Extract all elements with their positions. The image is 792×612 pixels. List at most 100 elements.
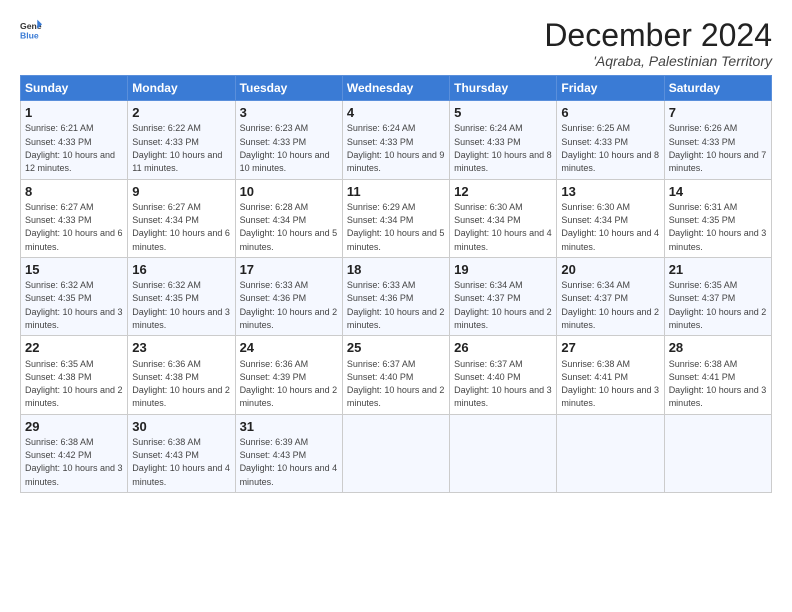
header-row-days: Sunday Monday Tuesday Wednesday Thursday… (21, 76, 772, 101)
calendar-cell: 18Sunrise: 6:33 AMSunset: 4:36 PMDayligh… (342, 257, 449, 335)
day-number: 17 (240, 261, 338, 279)
calendar-table: Sunday Monday Tuesday Wednesday Thursday… (20, 75, 772, 493)
calendar-cell: 5Sunrise: 6:24 AMSunset: 4:33 PMDaylight… (450, 101, 557, 179)
day-info: Sunrise: 6:27 AMSunset: 4:34 PMDaylight:… (132, 202, 230, 252)
header-tuesday: Tuesday (235, 76, 342, 101)
calendar-cell: 4Sunrise: 6:24 AMSunset: 4:33 PMDaylight… (342, 101, 449, 179)
day-number: 25 (347, 339, 445, 357)
day-info: Sunrise: 6:22 AMSunset: 4:33 PMDaylight:… (132, 123, 222, 173)
day-info: Sunrise: 6:37 AMSunset: 4:40 PMDaylight:… (347, 359, 445, 409)
day-info: Sunrise: 6:29 AMSunset: 4:34 PMDaylight:… (347, 202, 445, 252)
day-number: 16 (132, 261, 230, 279)
calendar-cell: 23 Sunrise: 6:36 AMSunset: 4:38 PMDayligh… (128, 336, 235, 414)
calendar-cell: 6Sunrise: 6:25 AMSunset: 4:33 PMDaylight… (557, 101, 664, 179)
day-number: 20 (561, 261, 659, 279)
calendar-week-row: 1Sunrise: 6:21 AMSunset: 4:33 PMDaylight… (21, 101, 772, 179)
day-number: 19 (454, 261, 552, 279)
day-number: 21 (669, 261, 767, 279)
header-row: General Blue December 2024 'Aqraba, Pale… (20, 18, 772, 69)
day-info: Sunrise: 6:32 AMSunset: 4:35 PMDaylight:… (132, 280, 230, 330)
day-number: 5 (454, 104, 552, 122)
logo-icon: General Blue (20, 18, 42, 40)
day-number: 12 (454, 183, 552, 201)
day-info: Sunrise: 6:23 AMSunset: 4:33 PMDaylight:… (240, 123, 330, 173)
svg-text:Blue: Blue (20, 30, 39, 40)
day-info: Sunrise: 6:24 AMSunset: 4:33 PMDaylight:… (454, 123, 552, 173)
day-info: Sunrise: 6:38 AMSunset: 4:41 PMDaylight:… (561, 359, 659, 409)
day-info: Sunrise: 6:35 AMSunset: 4:38 PMDaylight:… (25, 359, 123, 409)
day-number: 24 (240, 339, 338, 357)
day-info: Sunrise: 6:36 AMSunset: 4:38 PMDaylight:… (132, 359, 230, 409)
day-info: Sunrise: 6:27 AMSunset: 4:33 PMDaylight:… (25, 202, 123, 252)
calendar-cell: 8Sunrise: 6:27 AMSunset: 4:33 PMDaylight… (21, 179, 128, 257)
calendar-cell: 13Sunrise: 6:30 AMSunset: 4:34 PMDayligh… (557, 179, 664, 257)
logo: General Blue (20, 18, 42, 40)
day-info: Sunrise: 6:33 AMSunset: 4:36 PMDaylight:… (347, 280, 445, 330)
day-info: Sunrise: 6:26 AMSunset: 4:33 PMDaylight:… (669, 123, 767, 173)
day-info: Sunrise: 6:25 AMSunset: 4:33 PMDaylight:… (561, 123, 659, 173)
calendar-cell: 11Sunrise: 6:29 AMSunset: 4:34 PMDayligh… (342, 179, 449, 257)
header-friday: Friday (557, 76, 664, 101)
day-info: Sunrise: 6:34 AMSunset: 4:37 PMDaylight:… (561, 280, 659, 330)
header-saturday: Saturday (664, 76, 771, 101)
calendar-cell: 25 Sunrise: 6:37 AMSunset: 4:40 PMDayligh… (342, 336, 449, 414)
page: General Blue December 2024 'Aqraba, Pale… (0, 0, 792, 612)
calendar-cell: 14Sunrise: 6:31 AMSunset: 4:35 PMDayligh… (664, 179, 771, 257)
day-info: Sunrise: 6:38 AMSunset: 4:42 PMDaylight:… (25, 437, 123, 487)
calendar-cell: 1Sunrise: 6:21 AMSunset: 4:33 PMDaylight… (21, 101, 128, 179)
calendar-cell: 7Sunrise: 6:26 AMSunset: 4:33 PMDaylight… (664, 101, 771, 179)
calendar-cell: 21Sunrise: 6:35 AMSunset: 4:37 PMDayligh… (664, 257, 771, 335)
day-number: 29 (25, 418, 123, 436)
day-info: Sunrise: 6:21 AMSunset: 4:33 PMDaylight:… (25, 123, 115, 173)
day-number: 30 (132, 418, 230, 436)
day-number: 27 (561, 339, 659, 357)
calendar-cell: 16Sunrise: 6:32 AMSunset: 4:35 PMDayligh… (128, 257, 235, 335)
day-number: 2 (132, 104, 230, 122)
day-info: Sunrise: 6:33 AMSunset: 4:36 PMDaylight:… (240, 280, 338, 330)
day-number: 6 (561, 104, 659, 122)
day-number: 10 (240, 183, 338, 201)
day-number: 4 (347, 104, 445, 122)
calendar-cell: 17Sunrise: 6:33 AMSunset: 4:36 PMDayligh… (235, 257, 342, 335)
day-info: Sunrise: 6:24 AMSunset: 4:33 PMDaylight:… (347, 123, 445, 173)
calendar-cell: 19Sunrise: 6:34 AMSunset: 4:37 PMDayligh… (450, 257, 557, 335)
day-number: 15 (25, 261, 123, 279)
calendar-cell: 30Sunrise: 6:38 AMSunset: 4:43 PMDayligh… (128, 414, 235, 492)
calendar-cell: 26 Sunrise: 6:37 AMSunset: 4:40 PMDayligh… (450, 336, 557, 414)
day-number: 14 (669, 183, 767, 201)
day-number: 1 (25, 104, 123, 122)
calendar-cell: 24 Sunrise: 6:36 AMSunset: 4:39 PMDayligh… (235, 336, 342, 414)
day-info: Sunrise: 6:35 AMSunset: 4:37 PMDaylight:… (669, 280, 767, 330)
day-info: Sunrise: 6:34 AMSunset: 4:37 PMDaylight:… (454, 280, 552, 330)
calendar-cell (450, 414, 557, 492)
calendar-cell: 2Sunrise: 6:22 AMSunset: 4:33 PMDaylight… (128, 101, 235, 179)
day-info: Sunrise: 6:28 AMSunset: 4:34 PMDaylight:… (240, 202, 338, 252)
day-number: 13 (561, 183, 659, 201)
day-number: 26 (454, 339, 552, 357)
subtitle: 'Aqraba, Palestinian Territory (544, 53, 772, 69)
day-info: Sunrise: 6:39 AMSunset: 4:43 PMDaylight:… (240, 437, 338, 487)
calendar-cell: 10Sunrise: 6:28 AMSunset: 4:34 PMDayligh… (235, 179, 342, 257)
day-number: 23 (132, 339, 230, 357)
header-sunday: Sunday (21, 76, 128, 101)
day-number: 7 (669, 104, 767, 122)
calendar-cell: 28 Sunrise: 6:38 AMSunset: 4:41 PMDayligh… (664, 336, 771, 414)
day-info: Sunrise: 6:38 AMSunset: 4:41 PMDaylight:… (669, 359, 767, 409)
day-number: 18 (347, 261, 445, 279)
day-info: Sunrise: 6:36 AMSunset: 4:39 PMDaylight:… (240, 359, 338, 409)
calendar-cell: 27 Sunrise: 6:38 AMSunset: 4:41 PMDayligh… (557, 336, 664, 414)
header-wednesday: Wednesday (342, 76, 449, 101)
calendar-cell: 9Sunrise: 6:27 AMSunset: 4:34 PMDaylight… (128, 179, 235, 257)
day-info: Sunrise: 6:30 AMSunset: 4:34 PMDaylight:… (561, 202, 659, 252)
day-number: 31 (240, 418, 338, 436)
calendar-week-row: 8Sunrise: 6:27 AMSunset: 4:33 PMDaylight… (21, 179, 772, 257)
day-info: Sunrise: 6:31 AMSunset: 4:35 PMDaylight:… (669, 202, 767, 252)
calendar-cell (664, 414, 771, 492)
calendar-cell: 12Sunrise: 6:30 AMSunset: 4:34 PMDayligh… (450, 179, 557, 257)
title-block: December 2024 'Aqraba, Palestinian Terri… (544, 18, 772, 69)
calendar-week-row: 15 Sunrise: 6:32 AMSunset: 4:35 PMDayligh… (21, 257, 772, 335)
calendar-week-row: 29Sunrise: 6:38 AMSunset: 4:42 PMDayligh… (21, 414, 772, 492)
day-number: 28 (669, 339, 767, 357)
calendar-cell: 29Sunrise: 6:38 AMSunset: 4:42 PMDayligh… (21, 414, 128, 492)
day-info: Sunrise: 6:37 AMSunset: 4:40 PMDaylight:… (454, 359, 552, 409)
